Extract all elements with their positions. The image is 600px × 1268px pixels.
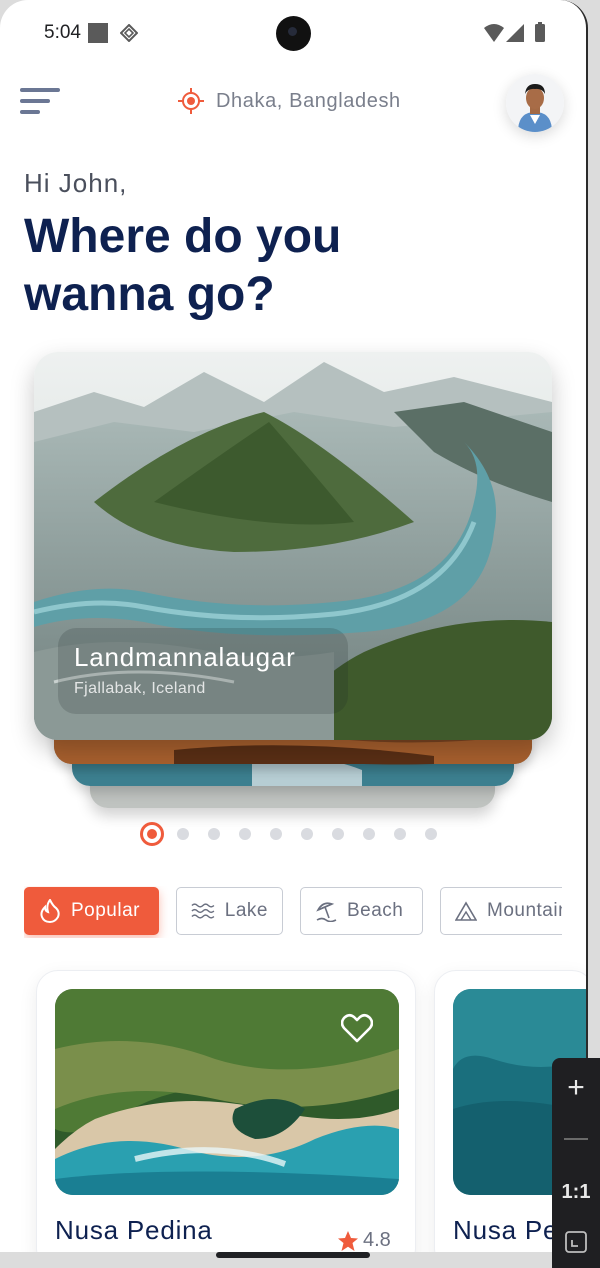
fit-screen-button[interactable] [552,1220,600,1264]
app-notification-icon [120,24,138,42]
carousel-dot[interactable] [239,828,251,840]
carousel-dot[interactable] [332,828,344,840]
status-time: 5:04 [44,22,81,43]
carousel-dot-active[interactable] [140,822,164,846]
front-camera [276,16,311,51]
carousel-dot[interactable] [301,828,313,840]
carousel-dot[interactable] [394,828,406,840]
rating-value: 4.8 [363,1229,391,1251]
menu-button[interactable] [20,88,62,118]
menu-icon [20,88,60,92]
mountain-icon [455,901,477,921]
heart-icon[interactable] [341,1013,373,1043]
category-label: Lake [224,900,268,921]
carousel-dot[interactable] [363,828,375,840]
place-title: Nusa Pedina [55,1215,213,1245]
zoom-in-button[interactable]: + [552,1066,600,1110]
category-label: Mountain [487,900,562,921]
carousel-dot[interactable] [270,828,282,840]
avatar[interactable] [506,74,564,132]
signal-icon [506,24,524,42]
zoom-reset-button[interactable]: 1:1 [552,1170,600,1214]
category-beach[interactable]: Beach [300,887,423,935]
carousel-indicator [140,822,437,846]
battery-icon [535,24,545,42]
location-selector[interactable]: Dhaka, Bangladesh [178,88,401,114]
category-lake[interactable]: Lake [176,887,283,935]
place-rating: 4.8 [337,1229,391,1252]
flame-icon [40,899,60,923]
gesture-nav-bar[interactable] [216,1252,370,1258]
zoom-toolbar: + 1:1 [552,1058,600,1268]
category-tabs: Popular Lake Beach Mountain [24,886,562,938]
notification-icon [88,23,108,43]
beach-umbrella-icon [316,902,337,922]
wifi-icon [484,24,504,42]
featured-subtitle: Fjallabak, Iceland [74,680,206,697]
category-label: Beach [347,900,404,921]
toolbar-divider [564,1138,588,1140]
page-title: Where do you wanna go? [24,210,342,321]
star-icon [338,1230,358,1251]
carousel-dot[interactable] [208,828,220,840]
category-label: Popular [71,900,140,921]
status-icons [484,22,545,42]
category-mountain[interactable]: Mountain [440,887,562,935]
fit-screen-icon [565,1231,587,1253]
greeting-text: Hi John, [24,168,128,198]
carousel-dot[interactable] [425,828,437,840]
app-screen: 5:04 Dhaka, Bangladesh Hi John, Where do… [0,0,588,1252]
featured-title: Landmannalaugar [74,642,296,672]
place-title: Nusa Pe [453,1215,559,1245]
user-avatar-icon [506,74,564,132]
place-card[interactable]: Nusa Pedina 4.8 [36,970,416,1252]
carousel-dot[interactable] [177,828,189,840]
waves-icon [191,903,215,919]
category-popular[interactable]: Popular [24,887,159,935]
location-target-icon [178,88,204,114]
location-label: Dhaka, Bangladesh [216,89,401,112]
